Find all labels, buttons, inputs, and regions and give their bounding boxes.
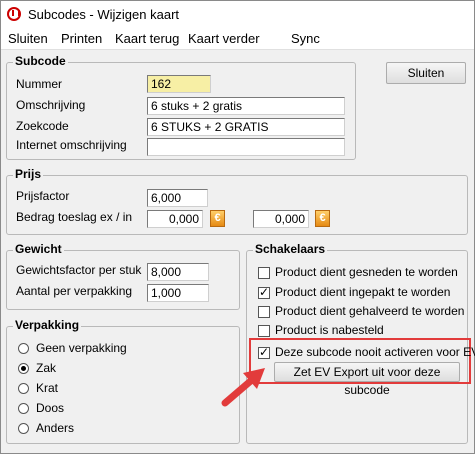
check-nabesteld[interactable] [258,325,270,337]
gewichtsfactor-label: Gewichtsfactor per stuk [16,263,142,277]
menu-bar: Sluiten Printen Kaart terug Kaart verder… [1,29,474,50]
omschrijving-label: Omschrijving [16,98,86,112]
nummer-field[interactable]: 162 [147,75,211,93]
check-ingepakt-label[interactable]: Product dient ingepakt te worden [275,285,450,299]
check-gesneden-label[interactable]: Product dient gesneden te worden [275,265,458,279]
window-title: Subcodes - Wijzigen kaart [28,7,180,22]
check-nooit-activeren-ev[interactable] [258,345,270,359]
radio-krat-label[interactable]: Krat [36,381,58,395]
menu-sync[interactable]: Sync [291,31,320,46]
check-nabesteld-label[interactable]: Product is nabesteld [275,323,384,337]
euro-in-icon[interactable]: € [315,210,330,227]
prijs-group: Prijs [6,167,468,235]
menu-kaart-terug[interactable]: Kaart terug [115,31,179,46]
toeslag-in-field[interactable]: 0,000 [253,210,309,228]
prijsfactor-field[interactable]: 6,000 [147,189,208,207]
verpakking-group-title: Verpakking [13,318,82,332]
prijs-group-title: Prijs [13,167,44,181]
radio-geen-verpakking[interactable] [18,343,29,354]
title-bar: Subcodes - Wijzigen kaart [1,1,474,29]
radio-zak[interactable] [18,363,29,374]
zoekcode-field[interactable]: 6 STUKS + 2 GRATIS [147,118,345,136]
check-gesneden[interactable] [258,267,270,279]
sluiten-button[interactable]: Sluiten [386,62,466,84]
menu-sluiten[interactable]: Sluiten [8,31,48,46]
menu-kaart-verder[interactable]: Kaart verder [188,31,260,46]
radio-geen-verpakking-label[interactable]: Geen verpakking [36,341,127,355]
dialog-window: Subcodes - Wijzigen kaart Sluiten Printe… [0,0,475,454]
gewicht-group-title: Gewicht [13,242,64,256]
radio-anders[interactable] [18,423,29,434]
menu-printen[interactable]: Printen [61,31,102,46]
ev-export-button[interactable]: Zet EV Export uit voor deze subcode [274,362,460,397]
internet-omschrijving-field[interactable] [147,138,345,156]
toeslag-label: Bedrag toeslag ex / in [16,210,133,224]
zoekcode-label: Zoekcode [16,119,69,133]
gewichtsfactor-field[interactable]: 8,000 [147,263,209,281]
app-logo-icon [7,7,21,21]
euro-ex-icon[interactable]: € [210,210,225,227]
subcode-group-title: Subcode [13,54,68,68]
radio-doos[interactable] [18,403,29,414]
radio-krat[interactable] [18,383,29,394]
check-gehalveerd[interactable] [258,306,270,318]
annotation-arrow-icon [221,368,265,407]
check-gehalveerd-label[interactable]: Product dient gehalveerd te worden [275,304,464,318]
radio-anders-label[interactable]: Anders [36,421,74,435]
omschrijving-field[interactable]: 6 stuks + 2 gratis [147,97,345,115]
check-ingepakt[interactable] [258,285,270,299]
aantal-label: Aantal per verpakking [16,284,133,298]
check-nooit-activeren-ev-label[interactable]: Deze subcode nooit activeren voor EV [275,345,475,359]
aantal-field[interactable]: 1,000 [147,284,209,302]
radio-zak-label[interactable]: Zak [36,361,56,375]
prijsfactor-label: Prijsfactor [16,189,70,203]
toeslag-ex-field[interactable]: 0,000 [147,210,203,228]
nummer-label: Nummer [16,77,63,91]
internet-omschrijving-label: Internet omschrijving [16,138,127,152]
schakelaars-group-title: Schakelaars [253,242,328,256]
radio-doos-label[interactable]: Doos [36,401,64,415]
